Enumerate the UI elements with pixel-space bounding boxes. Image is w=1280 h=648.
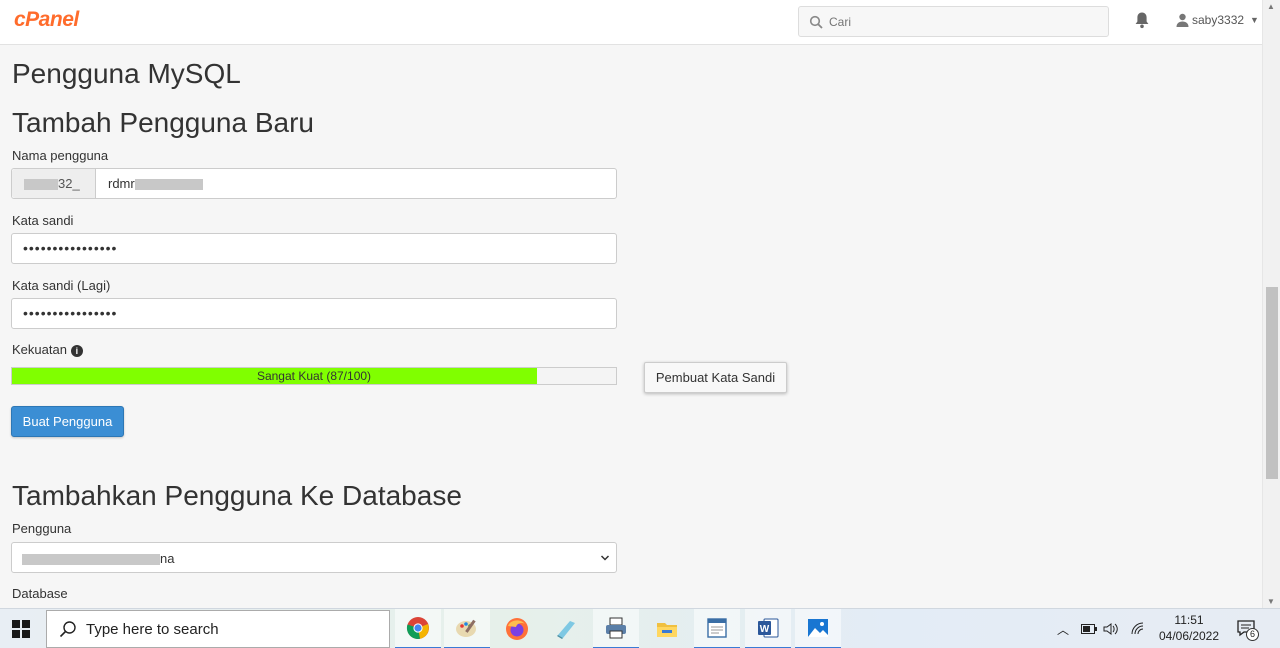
window-app-icon[interactable] (694, 609, 740, 648)
strength-text: Sangat Kuat (87/100) (256, 369, 372, 383)
taskbar-search[interactable]: Type here to search (46, 610, 390, 648)
clock-time: 11:51 (1174, 613, 1204, 627)
username-prefix: 32_ (12, 169, 96, 198)
info-icon[interactable]: i (70, 345, 83, 357)
windows-taskbar: Type here to search W ︿ 11:51 04/06/2022… (0, 608, 1280, 648)
print-icon[interactable] (593, 609, 639, 648)
username-label: Nama pengguna (12, 148, 109, 163)
cpanel-logo[interactable]: cPanel (14, 8, 79, 32)
add-user-heading: Tambah Pengguna Baru (12, 107, 314, 138)
photos-icon[interactable] (795, 609, 841, 648)
password-again-label: Kata sandi (Lagi) (12, 278, 111, 293)
notepad-icon[interactable] (543, 609, 589, 648)
user-select[interactable]: na (11, 542, 617, 573)
password-generator-button[interactable]: Pembuat Kata Sandi (644, 362, 787, 393)
strength-label: Kekuatan (12, 342, 67, 357)
redacted-block (22, 554, 160, 566)
user-select-value: na (22, 551, 174, 566)
password-field[interactable]: •••••••••••••••• (11, 233, 617, 264)
svg-text:W: W (760, 624, 770, 635)
chrome-icon[interactable] (395, 609, 441, 648)
user-select-label: Pengguna (12, 521, 72, 536)
notification-count-badge: 6 (1246, 628, 1259, 641)
scroll-down-arrow-icon[interactable]: ▼ (1267, 597, 1275, 606)
username-input[interactable]: rdmr (108, 176, 203, 191)
redacted-block (24, 179, 58, 191)
search-box[interactable] (798, 6, 1109, 37)
add-user-to-db-heading: Tambahkan Pengguna Ke Database (12, 480, 462, 511)
database-label: Database (12, 586, 68, 601)
windows-start-icon[interactable] (12, 620, 30, 638)
top-bar: cPanel saby3332 ▼ (0, 0, 1262, 45)
search-icon (59, 621, 76, 638)
user-icon (1176, 13, 1189, 27)
chevron-up-icon[interactable]: ︿ (1057, 621, 1069, 638)
username-field[interactable]: 32_ rdmr (11, 168, 617, 199)
page-scrollbar[interactable]: ▲ ▼ (1262, 0, 1280, 608)
battery-icon[interactable] (1081, 624, 1098, 634)
chevron-down-icon (600, 555, 610, 561)
search-icon (809, 15, 823, 29)
page-title: Pengguna MySQL (12, 58, 241, 89)
password-label: Kata sandi (12, 213, 74, 228)
firefox-icon[interactable] (494, 609, 540, 648)
username: saby3332 (1192, 13, 1245, 27)
clock-date: 04/06/2022 (1158, 629, 1220, 643)
user-menu[interactable]: saby3332 ▼ (1176, 13, 1259, 27)
create-user-button[interactable]: Buat Pengguna (11, 406, 124, 437)
password-again-field[interactable]: •••••••••••••••• (11, 298, 617, 329)
redacted-block (134, 179, 203, 191)
bell-icon[interactable] (1134, 11, 1150, 29)
wifi-icon[interactable] (1131, 622, 1147, 636)
notification-center[interactable]: 6 (1237, 619, 1259, 641)
search-input[interactable] (829, 7, 1099, 36)
caret-down-icon: ▼ (1250, 15, 1259, 25)
strength-label-row: Kekuatan i (12, 342, 83, 357)
word-icon[interactable]: W (745, 609, 791, 648)
password-strength-meter: Sangat Kuat (87/100) (11, 367, 617, 385)
system-clock[interactable]: 11:51 04/06/2022 (1150, 612, 1228, 644)
paint-icon[interactable] (444, 609, 490, 648)
volume-icon[interactable] (1103, 622, 1119, 636)
scrollbar-thumb[interactable] (1266, 287, 1278, 479)
scroll-up-arrow-icon[interactable]: ▲ (1267, 2, 1275, 11)
file-explorer-icon[interactable] (644, 609, 690, 648)
taskbar-search-placeholder: Type here to search (86, 620, 219, 638)
system-tray: ︿ (1057, 609, 1147, 648)
